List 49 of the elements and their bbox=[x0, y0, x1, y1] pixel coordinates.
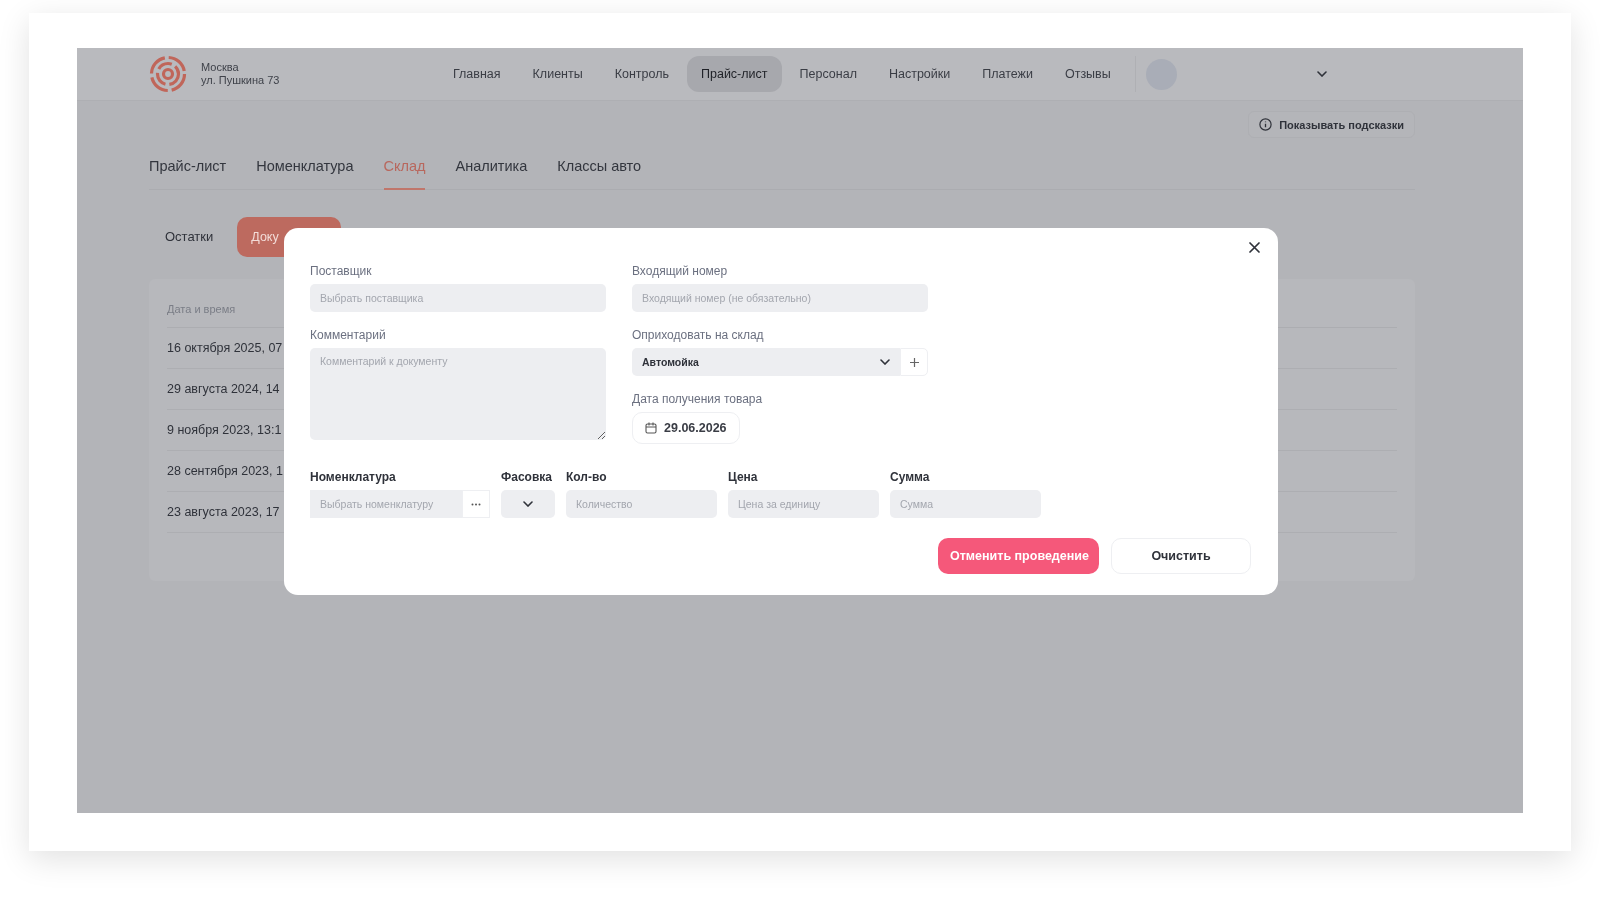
input-field[interactable]: Количество bbox=[566, 490, 717, 518]
supplier-field[interactable]: Выбрать поставщика bbox=[310, 284, 606, 312]
input-field[interactable]: Цена за единицу bbox=[728, 490, 879, 518]
tab[interactable]: Номенклатура bbox=[256, 148, 354, 190]
nav-item[interactable]: Платежи bbox=[968, 56, 1047, 92]
plus-icon bbox=[909, 357, 919, 367]
cancel-posting-button[interactable]: Отменить проведение bbox=[938, 538, 1099, 574]
incoming-number-field[interactable]: Входящий номер (не обязательно) bbox=[632, 284, 928, 312]
account-menu-chevron-icon bbox=[1316, 71, 1327, 77]
nav-item[interactable]: Персонал bbox=[785, 56, 871, 92]
subtab[interactable]: Остатки bbox=[149, 216, 230, 257]
more-icon bbox=[471, 502, 481, 506]
nav-item[interactable]: Настройки bbox=[874, 56, 965, 92]
tab[interactable]: Классы авто bbox=[557, 148, 642, 190]
field-label: Кол-во bbox=[566, 470, 608, 484]
more-button[interactable] bbox=[462, 490, 490, 518]
comment-field[interactable]: Комментарий к документу bbox=[310, 348, 606, 440]
warehouse-select[interactable]: Автомойка bbox=[632, 348, 900, 376]
close-icon bbox=[1249, 242, 1260, 253]
chevron-down-icon bbox=[523, 501, 533, 507]
field-label: Дата получения товара bbox=[632, 392, 764, 406]
tab[interactable]: Прайс-лист bbox=[149, 148, 227, 190]
clear-button[interactable]: Очистить bbox=[1111, 538, 1251, 574]
chevron-down-icon bbox=[880, 359, 890, 365]
nav-item[interactable]: Клиенты bbox=[518, 56, 597, 92]
add-button[interactable] bbox=[900, 348, 928, 376]
nav-item[interactable]: Главная bbox=[439, 56, 515, 92]
tab[interactable]: Аналитика bbox=[455, 148, 528, 190]
date-picker[interactable]: 29.06.2026 bbox=[632, 412, 740, 444]
nav-item[interactable]: Прайс-лист bbox=[687, 56, 782, 92]
nav-item[interactable]: Отзывы bbox=[1050, 56, 1125, 92]
address-label: ул. Пушкина 73 bbox=[201, 74, 280, 87]
nomenclature-field[interactable]: Выбрать номенклатуру bbox=[310, 490, 462, 518]
field-label: Входящий номер bbox=[632, 264, 729, 278]
field-label: Фасовка bbox=[501, 470, 553, 484]
hints-button[interactable]: Показывать подсказки bbox=[1248, 111, 1415, 138]
packaging-select[interactable] bbox=[501, 490, 555, 518]
calendar-icon bbox=[645, 422, 657, 434]
field-label: Номенклатура bbox=[310, 470, 397, 484]
nav-item[interactable]: Контроль bbox=[600, 56, 683, 92]
field-label: Оприходовать на склад bbox=[632, 328, 765, 342]
field-label: Комментарий bbox=[310, 328, 387, 342]
logo-icon bbox=[149, 55, 187, 93]
info-icon bbox=[1259, 118, 1273, 131]
city-label: Москва bbox=[201, 61, 240, 74]
field-label: Поставщик bbox=[310, 264, 373, 278]
field-label: Сумма bbox=[890, 470, 931, 484]
input-field[interactable]: Сумма bbox=[890, 490, 1041, 518]
field-label: Цена bbox=[728, 470, 759, 484]
